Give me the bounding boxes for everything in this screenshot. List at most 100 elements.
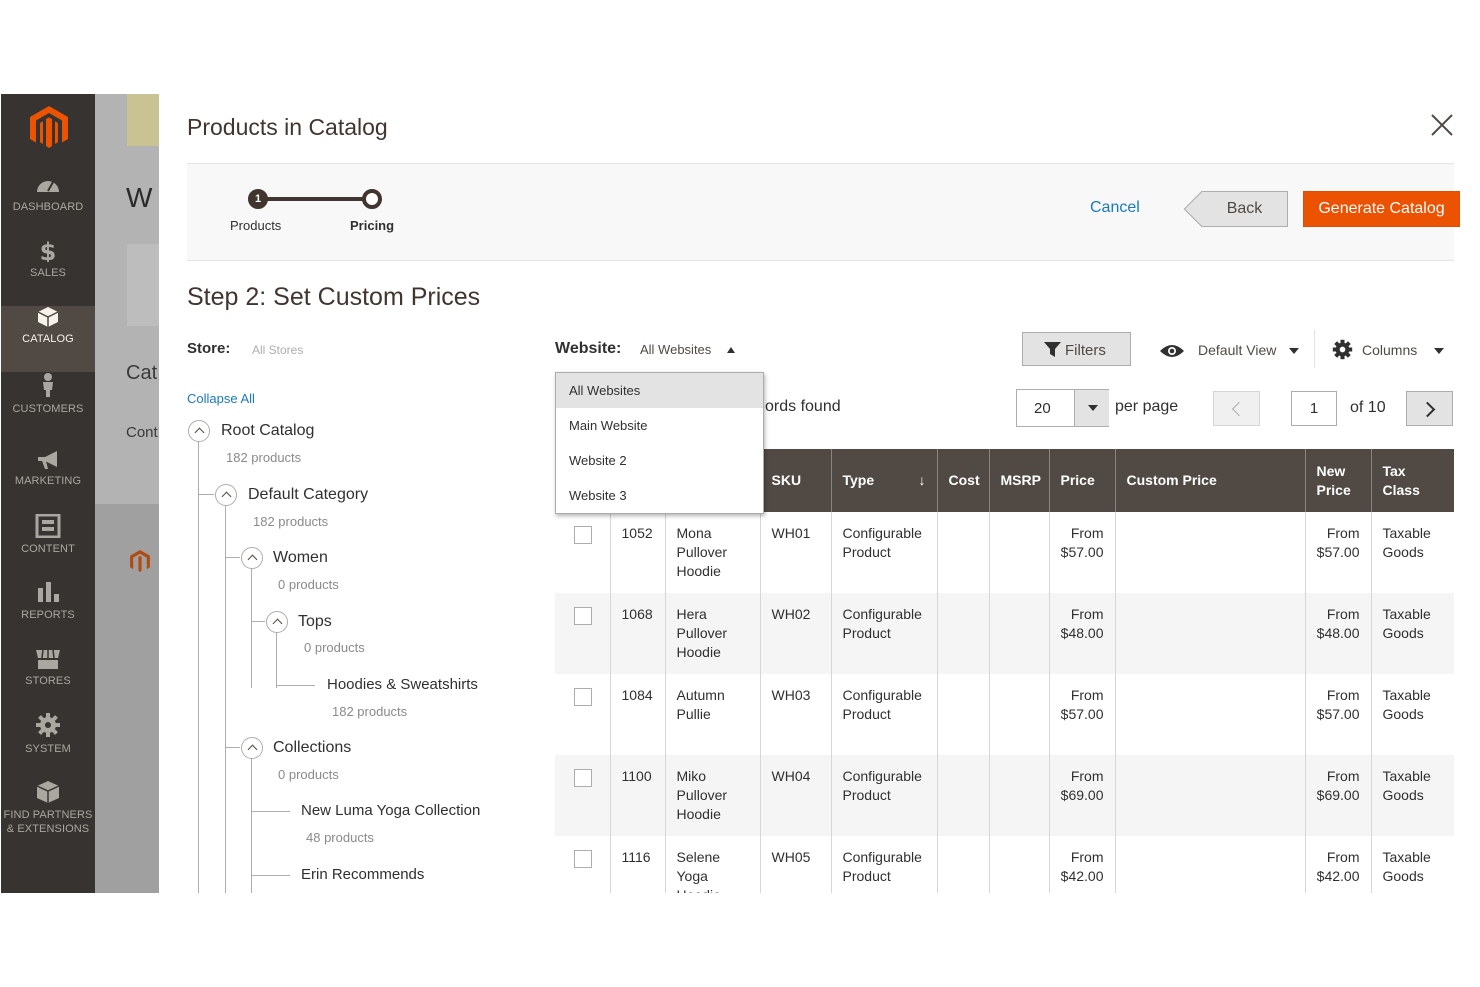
row-checkbox[interactable] bbox=[574, 607, 592, 625]
nav-sales[interactable]: $ SALES bbox=[1, 240, 95, 306]
cancel-button[interactable]: Cancel bbox=[1090, 199, 1140, 217]
custom-price-cell[interactable] bbox=[1114, 593, 1305, 674]
custom-price-cell[interactable] bbox=[1114, 512, 1305, 593]
cube-icon bbox=[37, 307, 59, 327]
type-cell: Configurable Product bbox=[830, 755, 937, 836]
nav-system[interactable]: SYSTEM bbox=[1, 712, 95, 778]
page-number-input[interactable]: 1 bbox=[1291, 391, 1337, 426]
tree-connector bbox=[252, 811, 290, 812]
sort-arrow-icon: ↓ bbox=[918, 472, 926, 488]
tree-node-collections[interactable]: Collections bbox=[273, 739, 351, 757]
column-header-tax-class[interactable]: Tax Class bbox=[1370, 449, 1454, 512]
tree-toggle-women[interactable] bbox=[241, 547, 263, 569]
row-checkbox[interactable] bbox=[574, 769, 592, 787]
msrp-cell bbox=[988, 674, 1049, 755]
step-progress-line bbox=[258, 197, 372, 201]
caret-up-icon[interactable] bbox=[727, 347, 735, 353]
nav-find-partners[interactable]: FIND PARTNERS & EXTENSIONS bbox=[1, 780, 95, 850]
tree-node-count: 182 products bbox=[253, 514, 329, 529]
tree-toggle-collections[interactable] bbox=[241, 737, 263, 759]
row-checkbox[interactable] bbox=[574, 688, 592, 706]
person-icon bbox=[43, 373, 53, 397]
tree-node-new-luma-yoga-collection[interactable]: New Luma Yoga Collection bbox=[301, 802, 480, 819]
website-dropdown-menu: All Websites Main Website Website 2 Webs… bbox=[555, 372, 764, 514]
tree-node-women[interactable]: Women bbox=[273, 549, 328, 567]
nav-dashboard-label: DASHBOARD bbox=[12, 201, 84, 213]
custom-price-cell[interactable] bbox=[1114, 674, 1305, 755]
sku-cell: WH05 bbox=[759, 836, 831, 893]
website-select[interactable]: All Websites bbox=[640, 342, 711, 357]
tree-connector bbox=[251, 758, 252, 893]
tree-node-default-category[interactable]: Default Category bbox=[248, 486, 368, 504]
name-cell: Autumn Pullie bbox=[664, 674, 760, 755]
step-products-label[interactable]: Products bbox=[230, 218, 281, 233]
column-header-sku[interactable]: SKU bbox=[759, 449, 831, 512]
tree-toggle-root-catalog[interactable] bbox=[188, 420, 210, 442]
step-2-marker[interactable] bbox=[362, 189, 382, 209]
nav-marketing-label: MARKETING bbox=[14, 475, 82, 487]
tree-node-hoodies-sweatshirts[interactable]: Hoodies & Sweatshirts bbox=[327, 676, 478, 693]
price-cell: From $57.00 bbox=[1048, 512, 1115, 593]
background-label-2: Cont bbox=[126, 424, 158, 441]
tree-connector bbox=[199, 494, 214, 495]
tree-node-count: 0 products bbox=[278, 767, 339, 782]
website-option-main-website[interactable]: Main Website bbox=[556, 408, 763, 443]
nav-dashboard[interactable]: DASHBOARD bbox=[1, 174, 95, 240]
next-page-button[interactable] bbox=[1406, 391, 1453, 426]
tree-connector bbox=[251, 568, 252, 688]
back-button[interactable]: Back bbox=[1201, 191, 1288, 227]
tree-connector bbox=[277, 685, 315, 686]
column-header-custom-price[interactable]: Custom Price bbox=[1114, 449, 1305, 512]
id-cell: 1116 bbox=[609, 836, 665, 893]
view-selector[interactable]: Default View bbox=[1159, 341, 1299, 361]
background-panel bbox=[127, 244, 159, 326]
tree-node-root-catalog[interactable]: Root Catalog bbox=[221, 422, 314, 440]
custom-price-cell[interactable] bbox=[1114, 836, 1305, 893]
step-pricing-label[interactable]: Pricing bbox=[350, 218, 394, 233]
column-header-new-price[interactable]: New Price bbox=[1304, 449, 1371, 512]
columns-selector[interactable]: Columns bbox=[1332, 339, 1444, 361]
sku-cell: WH04 bbox=[759, 755, 831, 836]
magento-logo-icon[interactable] bbox=[28, 104, 70, 150]
nav-marketing[interactable]: MARKETING bbox=[1, 450, 95, 516]
tree-connector bbox=[252, 621, 265, 622]
website-option-all-websites[interactable]: All Websites bbox=[556, 373, 763, 408]
nav-customers[interactable]: CUSTOMERS bbox=[1, 372, 95, 438]
per-page-value: 20 bbox=[1034, 400, 1051, 417]
nav-reports[interactable]: REPORTS bbox=[1, 580, 95, 646]
column-header-type-label: Type bbox=[842, 472, 875, 488]
website-label: Website: bbox=[555, 340, 622, 357]
collapse-all-link[interactable]: Collapse All bbox=[187, 391, 255, 406]
column-header-cost[interactable]: Cost bbox=[936, 449, 989, 512]
nav-content-label: CONTENT bbox=[21, 543, 75, 555]
content-icon bbox=[35, 514, 61, 538]
nav-catalog[interactable]: CATALOG bbox=[1, 306, 95, 372]
type-cell: Configurable Product bbox=[830, 836, 937, 893]
website-option-website-3[interactable]: Website 3 bbox=[556, 478, 763, 513]
custom-price-cell[interactable] bbox=[1114, 755, 1305, 836]
per-page-select[interactable]: 20 bbox=[1016, 389, 1109, 427]
column-header-type[interactable]: Type ↓ bbox=[830, 449, 937, 512]
per-page-label: per page bbox=[1115, 398, 1179, 415]
tree-toggle-tops[interactable] bbox=[266, 611, 288, 633]
nav-content[interactable]: CONTENT bbox=[1, 514, 95, 580]
previous-page-button[interactable] bbox=[1213, 391, 1260, 426]
tree-node-erin-recommends[interactable]: Erin Recommends bbox=[301, 866, 424, 883]
store-switcher[interactable]: All Stores bbox=[252, 343, 303, 357]
tree-toggle-default-category[interactable] bbox=[215, 484, 237, 506]
close-icon[interactable] bbox=[1427, 110, 1457, 140]
tree-node-tops[interactable]: Tops bbox=[298, 613, 332, 631]
website-option-website-2[interactable]: Website 2 bbox=[556, 443, 763, 478]
generate-catalog-button[interactable]: Generate Catalog bbox=[1303, 191, 1460, 227]
per-page-toggle[interactable] bbox=[1074, 390, 1109, 426]
cost-cell bbox=[936, 836, 989, 893]
nav-stores[interactable]: STORES bbox=[1, 648, 95, 714]
column-header-price[interactable]: Price bbox=[1048, 449, 1115, 512]
filters-button[interactable]: Filters bbox=[1022, 332, 1131, 366]
background-label-1: Cat bbox=[126, 362, 158, 384]
column-header-msrp[interactable]: MSRP bbox=[988, 449, 1049, 512]
row-checkbox[interactable] bbox=[574, 526, 592, 544]
dashboard-icon bbox=[37, 181, 59, 192]
row-checkbox[interactable] bbox=[574, 850, 592, 868]
step-1-marker[interactable]: 1 bbox=[248, 189, 268, 209]
